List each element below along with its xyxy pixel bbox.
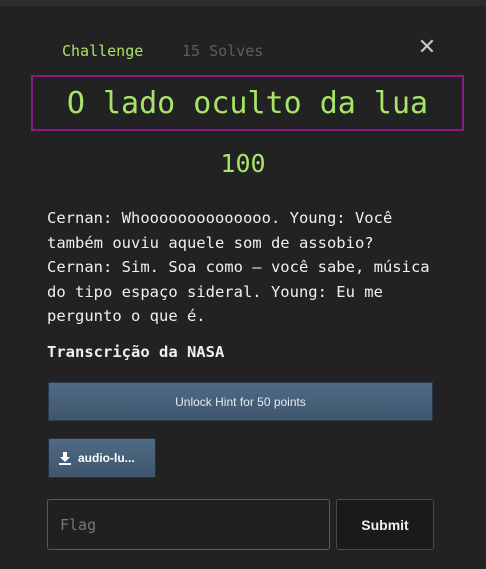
- unlock-hint-button[interactable]: Unlock Hint for 50 points: [48, 382, 433, 421]
- tab-solves[interactable]: 15 Solves: [182, 42, 263, 60]
- file-download-button[interactable]: audio-lu...: [48, 438, 156, 478]
- challenge-source: Transcrição da NASA: [47, 343, 225, 361]
- submit-label: Submit: [361, 516, 409, 533]
- tab-challenge[interactable]: Challenge: [62, 42, 143, 60]
- challenge-points: 100: [220, 149, 266, 178]
- challenge-description: Cernan: Whoooooooooooooo. Young: Você ta…: [47, 209, 430, 325]
- challenge-title: O lado oculto da lua: [66, 85, 429, 121]
- close-icon[interactable]: ✕: [416, 36, 438, 60]
- download-icon: [58, 451, 72, 465]
- flag-input[interactable]: [47, 499, 330, 550]
- challenge-modal: Challenge 15 Solves ✕ O lado oculto da l…: [0, 0, 486, 569]
- challenge-title-box: O lado oculto da lua: [31, 75, 464, 131]
- submit-button[interactable]: Submit: [336, 499, 434, 550]
- file-download-label: audio-lu...: [78, 451, 135, 465]
- unlock-hint-label: Unlock Hint for 50 points: [175, 394, 306, 409]
